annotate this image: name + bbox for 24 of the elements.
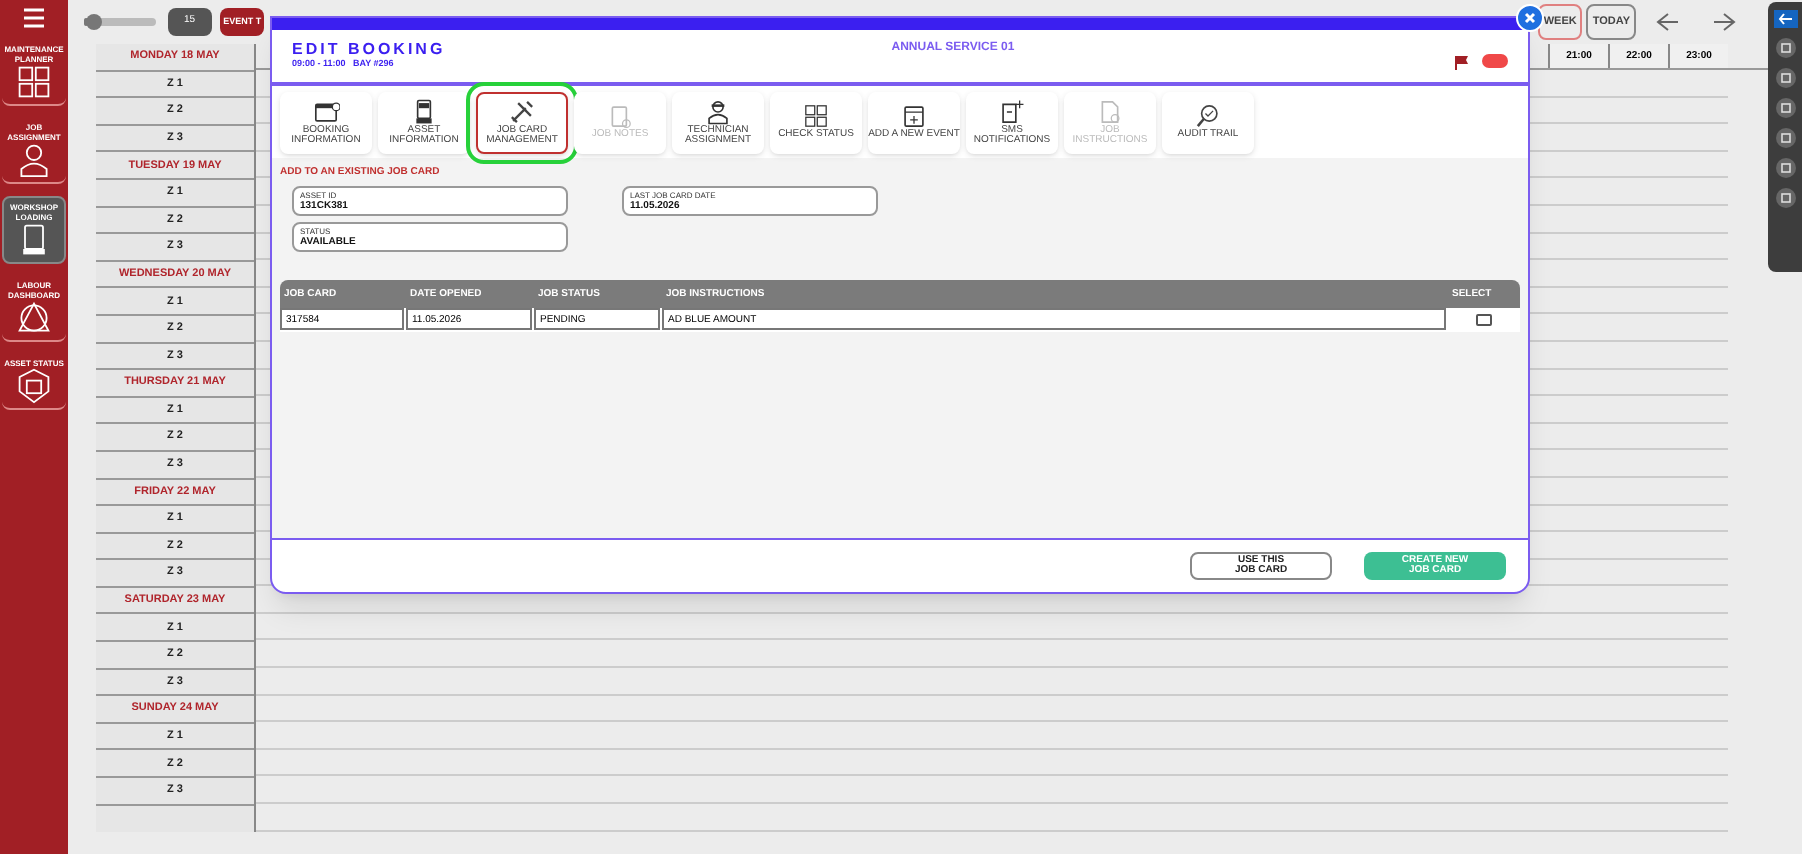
magnifier-icon (1194, 102, 1222, 131)
shield-truck-icon (16, 368, 52, 404)
calendar-icon (312, 97, 340, 125)
slider-track[interactable] (84, 18, 156, 26)
worker-icon (704, 97, 732, 125)
dialog-title: EDIT BOOKING (292, 40, 448, 58)
close-button[interactable] (1516, 4, 1544, 32)
note-plus-icon (998, 97, 1026, 125)
right-arrow-icon[interactable] (1712, 12, 1736, 32)
hazard-icon (16, 300, 52, 336)
tools-icon (508, 97, 536, 125)
flag-icon (1454, 54, 1470, 70)
status-indicator (1482, 54, 1508, 68)
grid-icon (802, 102, 830, 131)
planner-icon (16, 64, 52, 100)
slider-thumb[interactable] (86, 14, 103, 30)
calendar-plus-icon (900, 102, 928, 131)
left-arrow-icon[interactable] (1656, 12, 1680, 32)
worker-icon (16, 142, 52, 178)
checkbox[interactable] (1476, 313, 1492, 325)
menu-icon[interactable] (22, 8, 46, 28)
clipboard-icon (606, 102, 634, 131)
back-arrow-icon[interactable] (1773, 10, 1797, 28)
close-icon (1524, 12, 1536, 24)
